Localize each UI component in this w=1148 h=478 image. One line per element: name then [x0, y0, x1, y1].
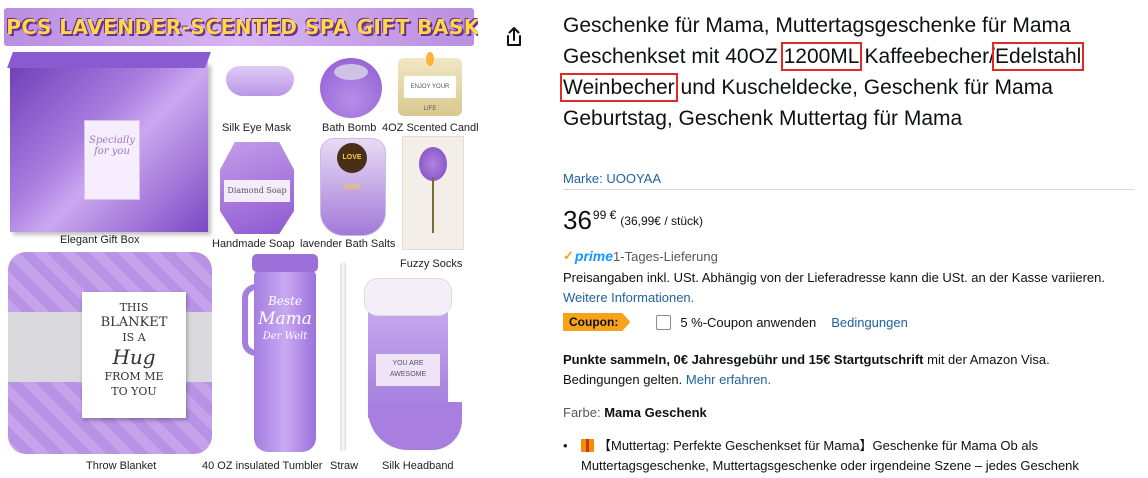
- coupon-row: Coupon: 5 %-Coupon anwenden Bedingungen: [563, 313, 908, 331]
- caption-bath-bomb: Bath Bomb: [322, 122, 377, 134]
- sock-tag: YOU ARE AWESOME: [376, 354, 440, 386]
- brand-link[interactable]: Marke: UOOYAA: [563, 171, 661, 186]
- blanket-card-line: TO YOU: [111, 385, 157, 398]
- bath-bomb-picture: [320, 58, 382, 118]
- caption-candle: 4OZ Scented Candle: [382, 122, 478, 134]
- title-highlight-capacity: 1200ML: [780, 42, 862, 71]
- caption-straw: Straw: [330, 460, 359, 472]
- blanket-card-line: Hug: [112, 345, 156, 369]
- feature-bullet: • 【Muttertag: Perfekte Geschenkset für M…: [563, 436, 1123, 476]
- unit-price: (36,99€ / stück): [620, 214, 703, 228]
- blanket-card-line: BLANKET: [100, 315, 168, 330]
- learn-more-link[interactable]: Mehr erfahren.: [686, 372, 771, 387]
- share-icon[interactable]: [503, 26, 525, 48]
- gift-box-picture: Specially for you: [7, 52, 211, 232]
- color-label: Farbe:: [563, 405, 605, 420]
- coupon-checkbox[interactable]: [656, 314, 672, 330]
- product-image[interactable]: 11 PCS LAVENDER-SCENTED SPA GIFT BASKET …: [0, 0, 478, 478]
- coupon-terms-link[interactable]: Bedingungen: [831, 315, 908, 330]
- eye-mask-picture: [222, 56, 298, 108]
- salts-tag: LOVE 100%: [337, 143, 367, 191]
- bullet-dot: •: [563, 438, 568, 453]
- socks-picture: YOU ARE AWESOME: [356, 278, 462, 454]
- share-icon-graphic: [507, 27, 521, 46]
- divider: [563, 189, 1135, 190]
- blanket-card-line: IS A: [122, 331, 146, 344]
- more-info-link[interactable]: Weitere Informationen.: [563, 290, 694, 305]
- sock-cuff: [364, 278, 452, 316]
- tumbler-text-line: Mama: [258, 309, 312, 329]
- gift-box-card: Specially for you: [84, 120, 140, 200]
- image-banner: 11 PCS LAVENDER-SCENTED SPA GIFT BASKET: [0, 8, 478, 46]
- color-value: Mama Geschenk: [604, 405, 707, 420]
- blanket-card-line: FROM ME: [104, 370, 164, 383]
- points-bold-text: Punkte sammeln, 0€ Jahresgebühr und 15€ …: [563, 352, 924, 367]
- bullet-content: 【Muttertag: Perfekte Geschenkset für Mam…: [581, 436, 1123, 476]
- title-text: Kaffeebecher/: [858, 45, 995, 68]
- caption-gift-box: Elegant Gift Box: [60, 234, 140, 246]
- gift-box-lid: [7, 52, 211, 68]
- bath-bomb-top: [334, 64, 368, 80]
- flower-picture: [402, 136, 464, 250]
- coupon-text[interactable]: 5 %-Coupon anwenden: [680, 315, 816, 330]
- prime-delivery: ✓ prime 1-Tages-Lieferung: [563, 248, 718, 264]
- sock-foot: [368, 402, 462, 450]
- bath-salts-picture: LOVE 100%: [320, 138, 386, 236]
- candle-label: ENJOY YOUR LIFE: [404, 76, 456, 112]
- sock-tag-line: YOU ARE: [392, 360, 424, 367]
- blanket-card: THIS BLANKET IS A Hug FROM ME TO YOU: [82, 292, 186, 418]
- color-selection: Farbe: Mama Geschenk: [563, 405, 707, 420]
- tumbler-text: Beste Mama Der Welt: [256, 294, 314, 344]
- caption-headband: Silk Headband: [382, 460, 454, 472]
- tumbler-text-line: Der Welt: [262, 331, 308, 342]
- caption-tumbler: 40 OZ insulated Tumbler: [202, 460, 323, 472]
- flower-bloom: [419, 147, 447, 181]
- tax-info: Preisangaben inkl. USt. Abhängig von der…: [563, 268, 1123, 308]
- price-whole: 36: [563, 205, 592, 235]
- caption-soap: Handmade Soap: [212, 238, 295, 250]
- blanket-card-line: THIS: [119, 301, 149, 314]
- blanket-picture: THIS BLANKET IS A Hug FROM ME TO YOU: [8, 252, 212, 454]
- banner-text: 11 PCS LAVENDER-SCENTED SPA GIFT BASKET: [0, 15, 478, 39]
- tumbler-picture: Beste Mama Der Welt: [242, 254, 328, 452]
- price-fraction: 99 €: [592, 208, 617, 222]
- soap-label: Diamond Soap: [224, 180, 290, 202]
- caption-blanket: Throw Blanket: [86, 460, 157, 472]
- caption-bath-salts: lavender Bath Salts: [300, 238, 396, 250]
- candle-picture: ENJOY YOUR LIFE: [398, 52, 462, 116]
- caption-socks: Fuzzy Socks: [400, 258, 463, 270]
- soap-picture: Diamond Soap: [220, 142, 294, 234]
- prime-check-icon: ✓: [563, 248, 574, 263]
- delivery-text: 1-Tages-Lieferung: [613, 248, 718, 264]
- product-title: Geschenke für Mama, Muttertagsgeschenke …: [559, 10, 1123, 134]
- prime-logo: prime: [574, 248, 614, 264]
- price: 36 99 € (36,99€ / stück): [563, 206, 703, 234]
- visa-points: Punkte sammeln, 0€ Jahresgebühr und 15€ …: [563, 350, 1123, 390]
- tumbler-lid: [252, 254, 318, 272]
- gift-icon: [581, 439, 594, 452]
- flower-stem: [432, 177, 434, 233]
- mask-shape: [226, 66, 294, 96]
- caption-eye-mask: Silk Eye Mask: [222, 122, 292, 134]
- tax-text: Preisangaben inkl. USt. Abhängig von der…: [563, 270, 1105, 285]
- candle-flame: [426, 52, 434, 66]
- coupon-badge: Coupon:: [563, 313, 631, 331]
- sock-tag-line: AWESOME: [389, 371, 427, 378]
- bullet-text: 【Muttertag: Perfekte Geschenkset für Mam…: [581, 438, 1079, 473]
- tumbler-text-line: Beste: [267, 294, 302, 308]
- straw-picture: [340, 262, 346, 452]
